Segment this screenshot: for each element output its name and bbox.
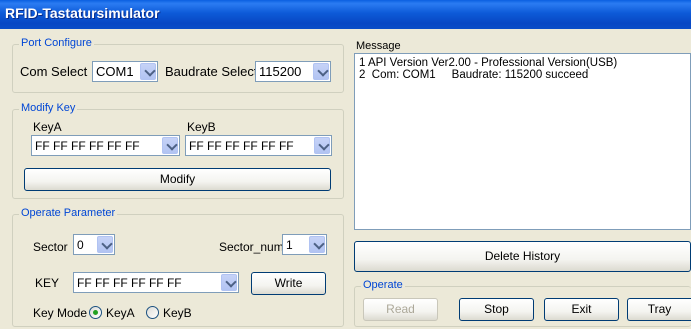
tray-button[interactable]: Tray [627, 298, 691, 321]
chevron-down-icon[interactable] [140, 63, 156, 80]
read-button[interactable]: Read [363, 298, 438, 321]
sector-dropdown[interactable]: 0 [73, 234, 115, 255]
chevron-down-icon[interactable] [309, 236, 325, 253]
write-button[interactable]: Write [251, 272, 326, 295]
operate-legend: Operate [361, 279, 405, 291]
chevron-down-icon[interactable] [314, 137, 330, 154]
keyb-value: FF FF FF FF FF FF [189, 139, 294, 153]
keyb-radio[interactable] [146, 306, 159, 319]
exit-button[interactable]: Exit [544, 298, 619, 321]
baudrate-select-label: Baudrate Select [165, 64, 258, 79]
baudrate-select-dropdown[interactable]: 115200 [255, 61, 331, 82]
chevron-down-icon[interactable] [162, 137, 178, 154]
key-label: KEY [35, 276, 60, 290]
sector-label: Sector [33, 240, 68, 254]
modify-button[interactable]: Modify [24, 168, 331, 191]
key-mode-label: Key Mode [33, 306, 88, 320]
chevron-down-icon[interactable] [97, 236, 113, 253]
sector-num-label: Sector_num [219, 240, 284, 254]
delete-history-button[interactable]: Delete History [354, 241, 691, 272]
keyb-label: KeyB [187, 120, 216, 134]
chevron-down-icon[interactable] [221, 274, 237, 291]
keya-dropdown[interactable]: FF FF FF FF FF FF [31, 135, 180, 156]
keya-value: FF FF FF FF FF FF [35, 139, 140, 153]
sector-value: 0 [77, 238, 84, 252]
keya-label: KeyA [33, 120, 62, 134]
modify-key-legend: Modify Key [19, 102, 78, 114]
message-line: 1 API Version Ver2.00 - Professional Ver… [359, 57, 618, 69]
chevron-down-icon[interactable] [313, 63, 329, 80]
key-dropdown[interactable]: FF FF FF FF FF FF [73, 272, 239, 293]
message-log[interactable]: 1 API Version Ver2.00 - Professional Ver… [354, 53, 691, 230]
com-select-label: Com Select [20, 64, 88, 79]
operate-parameter-legend: Operate Parameter [19, 207, 118, 219]
keya-radio[interactable] [89, 306, 102, 319]
port-configure-legend: Port Configure [19, 37, 94, 49]
stop-button[interactable]: Stop [459, 298, 534, 321]
message-line: 2 Com: COM1 Baudrate: 115200 succeed [359, 69, 589, 81]
com-select-dropdown[interactable]: COM1 [92, 61, 158, 82]
keya-radio-label: KeyA [106, 306, 135, 320]
com-select-value: COM1 [96, 64, 134, 79]
title-bar: RFID-Tastatursimulator [0, 0, 691, 29]
sector-num-dropdown[interactable]: 1 [282, 234, 327, 255]
message-label: Message [356, 40, 401, 52]
window-title: RFID-Tastatursimulator [5, 5, 160, 21]
keyb-radio-label: KeyB [163, 306, 192, 320]
sector-num-value: 1 [286, 238, 293, 252]
keyb-dropdown[interactable]: FF FF FF FF FF FF [185, 135, 332, 156]
baudrate-select-value: 115200 [259, 64, 302, 79]
key-value: FF FF FF FF FF FF [77, 276, 182, 290]
